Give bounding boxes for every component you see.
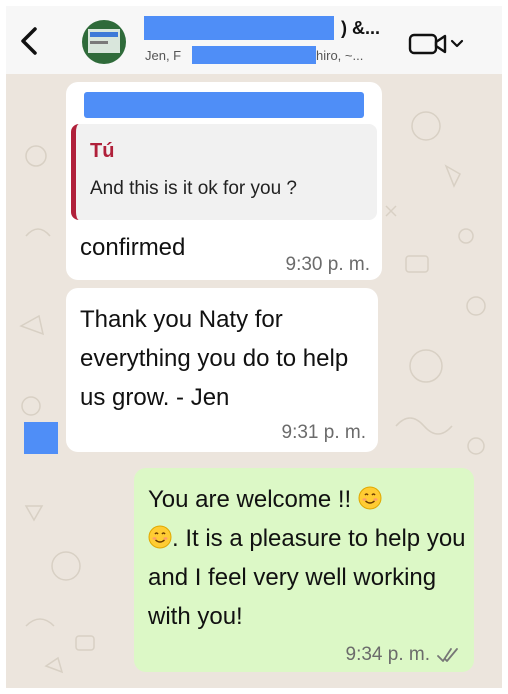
redacted-sender-name bbox=[84, 92, 364, 118]
message-text-part2: . It is a pleasure to help you and I fee… bbox=[148, 525, 466, 630]
message-text-part1: You are welcome !! bbox=[148, 486, 358, 513]
chat-participants-end: hiro, ~... bbox=[316, 48, 364, 63]
chat-header: ) &... Jen, F hiro, ~... bbox=[6, 6, 502, 74]
video-call-icon[interactable] bbox=[408, 32, 464, 56]
message-text: Thank you Naty for everything you do to … bbox=[80, 306, 349, 411]
redacted-title bbox=[144, 16, 334, 40]
chat-screen: ) &... Jen, F hiro, ~... Tú And this is … bbox=[6, 6, 502, 688]
group-avatar[interactable] bbox=[82, 20, 126, 64]
quoted-reply[interactable]: Tú And this is it ok for you ? bbox=[71, 124, 377, 220]
message-time: 9:34 p. m. bbox=[345, 644, 431, 665]
double-check-icon bbox=[437, 648, 458, 662]
smiling-face-emoji bbox=[358, 486, 382, 510]
redacted-participants bbox=[192, 46, 316, 64]
smiling-face-emoji bbox=[148, 525, 172, 549]
message-time: 9:30 p. m. bbox=[285, 254, 371, 275]
chat-participants-start: Jen, F bbox=[145, 48, 182, 63]
incoming-message-bubble[interactable]: Thank you Naty for everything you do to … bbox=[66, 288, 378, 452]
quote-author: Tú bbox=[90, 140, 115, 162]
message-text: confirmed bbox=[80, 234, 186, 261]
chat-title[interactable]: ) &... bbox=[341, 18, 380, 39]
back-chevron-icon[interactable] bbox=[16, 26, 42, 56]
message-text: You are welcome !! . It is a pleasure to… bbox=[148, 480, 466, 636]
redacted-sender-avatar bbox=[24, 422, 58, 454]
message-time: 9:31 p. m. bbox=[281, 422, 367, 443]
incoming-message-bubble[interactable]: Tú And this is it ok for you ? confirmed… bbox=[66, 82, 382, 280]
quote-text: And this is it ok for you ? bbox=[90, 178, 297, 199]
chevron-down-icon bbox=[450, 39, 464, 48]
outgoing-message-bubble[interactable]: You are welcome !! . It is a pleasure to… bbox=[134, 468, 474, 672]
